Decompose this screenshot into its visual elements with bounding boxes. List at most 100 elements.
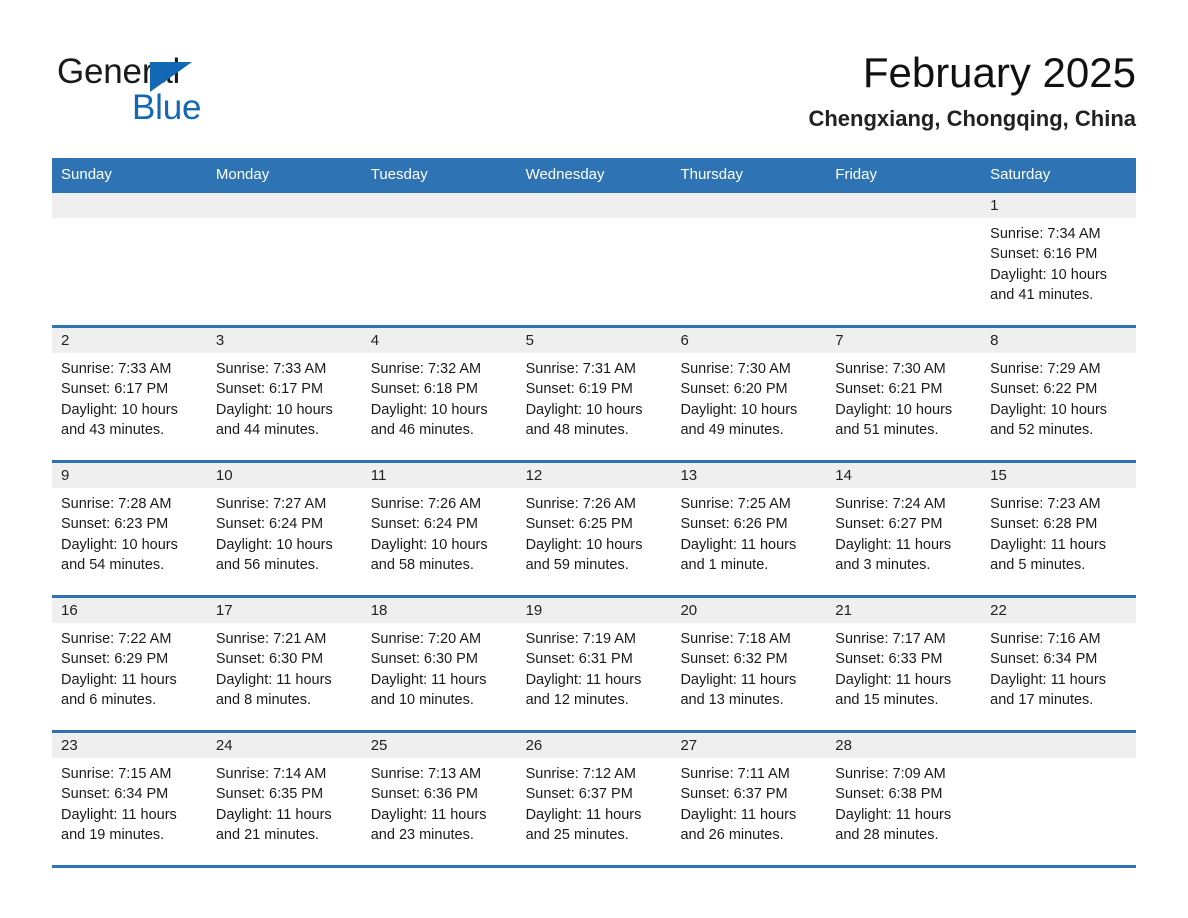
calendar-week-row: 16 Sunrise: 7:22 AM Sunset: 6:29 PM Dayligh… (52, 598, 1137, 733)
day-details: Sunrise: 7:31 AM Sunset: 6:19 PM Daylight:… (517, 353, 672, 441)
day-details: Sunrise: 7:18 AM Sunset: 6:32 PM Daylight:… (671, 623, 826, 711)
day-cell[interactable]: 16 Sunrise: 7:22 AM Sunset: 6:29 PM Dayligh… (52, 598, 207, 730)
day-cell[interactable]: 6 Sunrise: 7:30 AM Sunset: 6:20 PM Daylight… (671, 328, 827, 460)
day-cell[interactable]: 7 Sunrise: 7:30 AM Sunset: 6:21 PM Daylight… (826, 328, 982, 460)
day-cell[interactable]: 21 Sunrise: 7:17 AM Sunset: 6:33 PM Dayligh… (826, 598, 982, 730)
day-cell[interactable]: 1 Sunrise: 7:34 AM Sunset: 6:16 PM Daylight… (981, 193, 1137, 325)
day-number: 8 (981, 328, 1137, 353)
sunset-text: Sunset: 6:20 PM (680, 381, 788, 398)
day-number (52, 193, 207, 218)
day-cell[interactable]: 25 Sunrise: 7:13 AM Sunset: 6:36 PM Dayligh… (361, 733, 517, 865)
day-number: 12 (516, 463, 672, 488)
day-details: Sunrise: 7:30 AM Sunset: 6:20 PM Daylight:… (671, 353, 826, 441)
sunset-text: Sunset: 6:23 PM (61, 516, 169, 533)
day-cell[interactable]: 10 Sunrise: 7:27 AM Sunset: 6:24 PM Dayligh… (206, 463, 362, 595)
day-cell[interactable]: 18 Sunrise: 7:20 AM Sunset: 6:30 PM Dayligh… (361, 598, 517, 730)
sunset-text: Sunset: 6:29 PM (61, 651, 169, 668)
day-cell-empty (671, 193, 827, 325)
day-details: Sunrise: 7:13 AM Sunset: 6:36 PM Daylight:… (362, 758, 517, 846)
page-subtitle: Chengxiang, Chongqing, China (808, 106, 1136, 131)
day-cell[interactable]: 13 Sunrise: 7:25 AM Sunset: 6:26 PM Dayligh… (671, 463, 827, 595)
sunset-text: Sunset: 6:37 PM (680, 786, 788, 803)
day-cell-empty (206, 193, 362, 325)
day-cell[interactable]: 17 Sunrise: 7:21 AM Sunset: 6:30 PM Dayligh… (206, 598, 362, 730)
sunrise-text: Sunrise: 7:21 AM (215, 631, 327, 647)
daylight-text: Daylight: 10 hours and 41 minutes. (990, 266, 1108, 304)
sunrise-text: Sunrise: 7:20 AM (370, 631, 482, 647)
daylight-text: Daylight: 11 hours and 19 minutes. (61, 806, 177, 844)
daylight-text: Daylight: 11 hours and 28 minutes. (835, 806, 952, 844)
sunset-text: Sunset: 6:34 PM (990, 651, 1098, 668)
day-cell[interactable]: 2 Sunrise: 7:33 AM Sunset: 6:17 PM Daylight… (52, 328, 207, 460)
day-number (206, 193, 362, 218)
day-details: Sunrise: 7:24 AM Sunset: 6:27 PM Daylight:… (826, 488, 981, 576)
daylight-text: Daylight: 10 hours and 51 minutes. (835, 401, 953, 439)
day-cell[interactable]: 14 Sunrise: 7:24 AM Sunset: 6:27 PM Dayligh… (826, 463, 982, 595)
daylight-text: Daylight: 11 hours and 8 minutes. (215, 671, 332, 709)
daylight-text: Daylight: 10 hours and 58 minutes. (370, 536, 488, 574)
day-details: Sunrise: 7:22 AM Sunset: 6:29 PM Daylight:… (52, 623, 207, 711)
sunrise-text: Sunrise: 7:23 AM (990, 496, 1101, 512)
sunset-text: Sunset: 6:28 PM (990, 516, 1098, 533)
day-cell[interactable]: 12 Sunrise: 7:26 AM Sunset: 6:25 PM Dayligh… (516, 463, 672, 595)
daylight-text: Daylight: 10 hours and 43 minutes. (61, 401, 178, 439)
sunrise-text: Sunrise: 7:31 AM (525, 361, 636, 377)
sunset-text: Sunset: 6:33 PM (835, 651, 943, 668)
sunset-text: Sunset: 6:17 PM (61, 381, 169, 398)
sunset-text: Sunset: 6:22 PM (990, 381, 1098, 398)
brand-logo[interactable]: General Blue (57, 52, 387, 132)
day-details: Sunrise: 7:25 AM Sunset: 6:26 PM Daylight:… (671, 488, 826, 576)
day-cell[interactable]: 19 Sunrise: 7:19 AM Sunset: 6:31 PM Dayligh… (516, 598, 672, 730)
day-number: 15 (981, 463, 1137, 488)
day-cell[interactable]: 9 Sunrise: 7:28 AM Sunset: 6:23 PM Daylight… (52, 463, 207, 595)
calendar-week-row: 9 Sunrise: 7:28 AM Sunset: 6:23 PM Daylight… (52, 463, 1137, 598)
day-cell[interactable]: 26 Sunrise: 7:12 AM Sunset: 6:37 PM Dayligh… (516, 733, 672, 865)
day-cell[interactable]: 8 Sunrise: 7:29 AM Sunset: 6:22 PM Daylight… (981, 328, 1137, 460)
daylight-text: Daylight: 10 hours and 44 minutes. (215, 401, 333, 439)
daylight-text: Daylight: 11 hours and 12 minutes. (525, 671, 642, 709)
day-number (671, 193, 827, 218)
sunset-text: Sunset: 6:32 PM (680, 651, 788, 668)
page-title: February 2025 (862, 49, 1136, 96)
daylight-text: Daylight: 11 hours and 3 minutes. (835, 536, 952, 574)
day-number: 27 (671, 733, 827, 758)
sunset-text: Sunset: 6:16 PM (990, 246, 1098, 263)
sunset-text: Sunset: 6:36 PM (370, 786, 478, 803)
sunset-text: Sunset: 6:30 PM (215, 651, 324, 668)
day-cell[interactable]: 22 Sunrise: 7:16 AM Sunset: 6:34 PM Dayligh… (981, 598, 1137, 730)
day-cell-empty (981, 733, 1137, 865)
day-number: 20 (671, 598, 827, 623)
day-details: Sunrise: 7:30 AM Sunset: 6:21 PM Daylight:… (826, 353, 981, 441)
weekday-header-thursday: Thursday (680, 166, 743, 183)
day-cell[interactable]: 23 Sunrise: 7:15 AM Sunset: 6:34 PM Dayligh… (52, 733, 207, 865)
day-details: Sunrise: 7:14 AM Sunset: 6:35 PM Daylight:… (207, 758, 362, 846)
day-cell[interactable]: 20 Sunrise: 7:18 AM Sunset: 6:32 PM Dayligh… (671, 598, 827, 730)
day-details: Sunrise: 7:23 AM Sunset: 6:28 PM Daylight:… (981, 488, 1136, 576)
day-details: Sunrise: 7:19 AM Sunset: 6:31 PM Daylight:… (517, 623, 672, 711)
weekday-header-wednesday: Wednesday (525, 166, 605, 183)
sunrise-text: Sunrise: 7:28 AM (61, 496, 172, 512)
day-details: Sunrise: 7:28 AM Sunset: 6:23 PM Daylight:… (52, 488, 207, 576)
day-cell-empty (361, 193, 517, 325)
sunset-text: Sunset: 6:19 PM (525, 381, 633, 398)
sunrise-text: Sunrise: 7:09 AM (835, 766, 946, 782)
day-cell[interactable]: 3 Sunrise: 7:33 AM Sunset: 6:17 PM Daylight… (206, 328, 362, 460)
day-cell[interactable]: 28 Sunrise: 7:09 AM Sunset: 6:38 PM Dayligh… (826, 733, 982, 865)
day-number: 4 (361, 328, 517, 353)
day-number (361, 193, 517, 218)
day-details: Sunrise: 7:33 AM Sunset: 6:17 PM Daylight:… (207, 353, 362, 441)
sunrise-text: Sunrise: 7:16 AM (990, 631, 1101, 647)
day-cell[interactable]: 27 Sunrise: 7:11 AM Sunset: 6:37 PM Dayligh… (671, 733, 827, 865)
day-cell[interactable]: 4 Sunrise: 7:32 AM Sunset: 6:18 PM Daylight… (361, 328, 517, 460)
day-cell[interactable]: 5 Sunrise: 7:31 AM Sunset: 6:19 PM Daylight… (516, 328, 672, 460)
day-cell[interactable]: 24 Sunrise: 7:14 AM Sunset: 6:35 PM Dayligh… (206, 733, 362, 865)
day-cell[interactable]: 11 Sunrise: 7:26 AM Sunset: 6:24 PM Dayligh… (361, 463, 517, 595)
calendar-weeks: 1 Sunrise: 7:34 AM Sunset: 6:16 PM Daylight… (52, 193, 1137, 868)
day-cell[interactable]: 15 Sunrise: 7:23 AM Sunset: 6:28 PM Dayligh… (981, 463, 1137, 595)
daylight-text: Daylight: 11 hours and 5 minutes. (990, 536, 1106, 574)
day-details: Sunrise: 7:33 AM Sunset: 6:17 PM Daylight:… (52, 353, 207, 441)
day-number: 24 (206, 733, 362, 758)
day-cell-empty (826, 193, 982, 325)
day-number: 11 (361, 463, 517, 488)
sunrise-text: Sunrise: 7:22 AM (61, 631, 172, 647)
